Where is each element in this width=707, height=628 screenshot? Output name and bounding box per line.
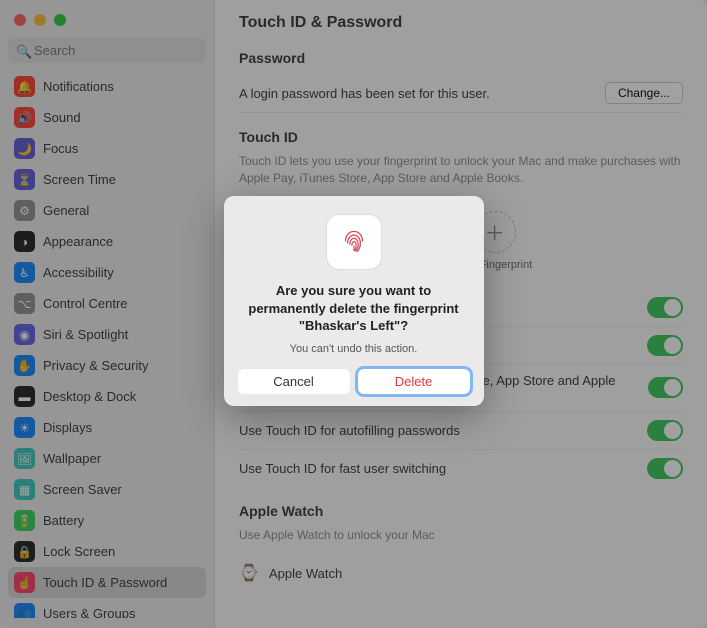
fingerprint-icon: [337, 225, 371, 259]
modal-overlay: Are you sure you want to permanently del…: [0, 0, 707, 628]
dialog-title: Are you sure you want to permanently del…: [238, 282, 470, 335]
cancel-button[interactable]: Cancel: [238, 369, 350, 394]
delete-button[interactable]: Delete: [358, 369, 470, 394]
delete-fingerprint-dialog: Are you sure you want to permanently del…: [224, 196, 484, 406]
dialog-buttons: Cancel Delete: [238, 369, 470, 394]
dialog-subtitle: You can't undo this action.: [238, 343, 470, 355]
dialog-icon-wrap: [326, 214, 382, 270]
